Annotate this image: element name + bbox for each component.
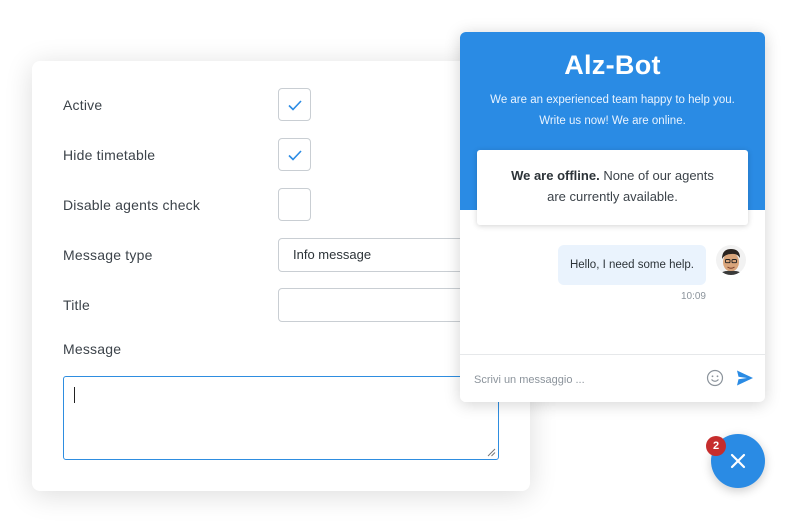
send-icon[interactable] xyxy=(736,369,754,387)
offline-status: We are offline. xyxy=(511,168,600,183)
chat-subtitle-line-2: Write us now! We are online. xyxy=(539,115,686,127)
chat-widget: Alz-Bot We are an experienced team happy… xyxy=(460,32,765,402)
message-timestamp: 10:09 xyxy=(680,291,706,302)
offline-text-2: are currently available. xyxy=(547,189,678,204)
avatar xyxy=(716,245,746,275)
active-checkbox[interactable] xyxy=(278,88,311,121)
disable-agents-check-checkbox[interactable] xyxy=(278,188,311,221)
offline-text-1: None of our agents xyxy=(599,168,714,183)
message-label: Message xyxy=(63,341,122,357)
check-icon xyxy=(287,149,302,161)
chat-subtitle: We are an experienced team happy to help… xyxy=(480,90,745,132)
disable-agents-check-label: Disable agents check xyxy=(63,197,201,213)
close-icon xyxy=(730,453,746,469)
offline-notice: We are offline. None of our agents are c… xyxy=(477,150,748,225)
chat-footer xyxy=(460,354,765,402)
message-type-label: Message type xyxy=(63,247,153,263)
emoji-icon[interactable] xyxy=(706,369,724,387)
text-caret xyxy=(74,387,75,403)
chat-subtitle-line-1: We are an experienced team happy to help… xyxy=(490,94,735,106)
check-icon xyxy=(287,99,302,111)
notification-badge: 2 xyxy=(706,436,726,456)
settings-card: Active Hide timetable Disable agents che… xyxy=(32,61,538,491)
hide-timetable-label: Hide timetable xyxy=(63,147,156,163)
title-label: Title xyxy=(63,297,90,313)
message-textarea[interactable] xyxy=(63,376,499,460)
chat-title: Alz-Bot xyxy=(564,50,661,80)
message-type-value: Info message xyxy=(293,247,372,262)
active-label: Active xyxy=(63,97,103,113)
resize-grip-icon[interactable] xyxy=(487,448,496,457)
user-message-bubble: Hello, I need some help. xyxy=(558,245,706,285)
chat-message-input[interactable] xyxy=(472,355,696,402)
hide-timetable-checkbox[interactable] xyxy=(278,138,311,171)
